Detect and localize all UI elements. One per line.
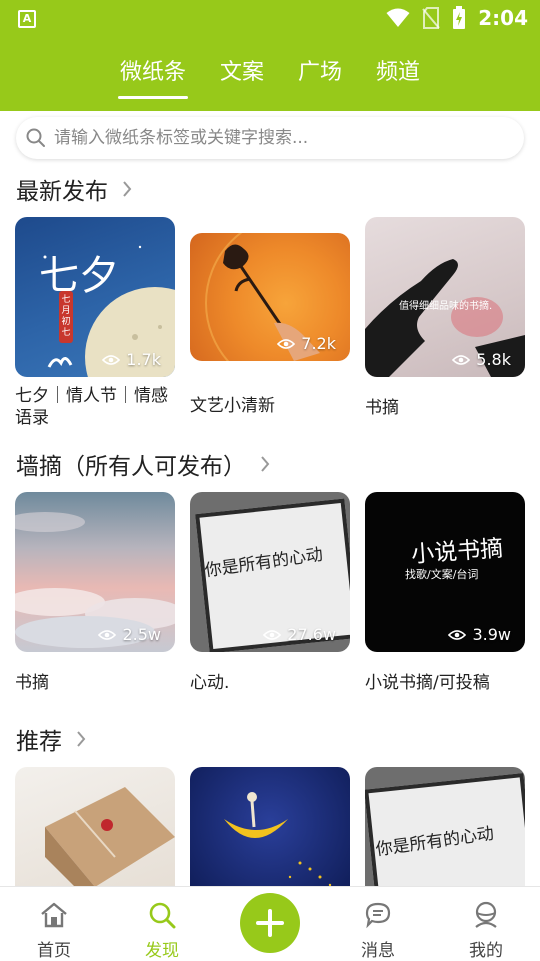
novel-subtitle-text: 找歌/文案/台词 — [405, 568, 479, 581]
card-caption: 七夕｜情人节｜情感语录 — [15, 386, 168, 428]
eye-icon — [452, 354, 471, 365]
eye-icon — [448, 629, 467, 640]
nav-discover-label: 发现 — [145, 941, 179, 961]
view-count-value: 1.7k — [126, 350, 161, 369]
message-icon — [365, 902, 391, 929]
search-input[interactable] — [54, 128, 494, 148]
view-count: 5.8k — [452, 350, 511, 369]
top-tabs: 微纸条 文案 广场 频道 — [0, 56, 540, 99]
card-caption: 书摘 — [365, 398, 399, 418]
nav-home-label: 首页 — [37, 941, 71, 961]
chevron-right-icon — [261, 456, 270, 472]
card-wenyi[interactable]: 7.2k 文艺小清新 — [190, 233, 350, 417]
section-wall-title: 墙摘（所有人可发布） — [16, 454, 246, 480]
eye-icon — [98, 629, 117, 640]
add-post-button[interactable] — [240, 893, 300, 953]
card-shuzhai-1[interactable]: 值得细细品味的书摘. 5.8k 书摘 — [365, 217, 525, 419]
search-bar[interactable] — [16, 117, 524, 159]
nav-profile[interactable]: 我的 — [456, 901, 516, 961]
qixi-title-text: 七夕 — [39, 253, 119, 299]
card-thumbnail: 七夕 七月初七 1.7k — [15, 217, 175, 377]
view-count: 3.9w — [448, 625, 511, 644]
card-xiaoshuo[interactable]: 小说书摘 找歌/文案/台词 3.9w 小说书摘/可投稿 — [365, 492, 525, 694]
card-thumbnail: 2.5w — [15, 492, 175, 652]
novel-title-text: 小说书摘 — [410, 535, 505, 569]
card-caption: 书摘 — [15, 673, 49, 693]
eye-icon — [263, 629, 282, 640]
qixi-date-text: 七月初七 — [61, 295, 71, 338]
view-count-value: 7.2k — [301, 334, 336, 353]
view-count: 7.2k — [277, 334, 336, 353]
tab-weizhitiao[interactable]: 微纸条 — [117, 56, 188, 99]
clock: 2:04 — [478, 6, 528, 30]
card-qixi[interactable]: 七夕 七月初七 1.7k 七夕｜情人节｜情感语录 — [15, 217, 175, 429]
sim-icon — [422, 7, 441, 29]
card-thumbnail: 你是所有的心动 27.6w — [190, 492, 350, 652]
nav-discover[interactable]: 发现 — [132, 901, 192, 961]
tab-wenan[interactable]: 文案 — [218, 56, 266, 96]
view-count-value: 3.9w — [472, 625, 511, 644]
section-recommend-title: 推荐 — [16, 729, 62, 755]
battery-icon — [453, 6, 466, 29]
view-count: 1.7k — [102, 350, 161, 369]
plus-icon — [256, 909, 284, 937]
nav-messages-label: 消息 — [361, 941, 395, 961]
search-icon — [149, 902, 176, 929]
nav-profile-label: 我的 — [469, 941, 503, 961]
card-thumbnail: 值得细细品味的书摘. 5.8k — [365, 217, 525, 377]
app-notification-icon: A — [18, 10, 36, 28]
search-icon — [26, 128, 45, 147]
wifi-icon — [386, 8, 410, 27]
bottom-nav: 首页 发现 消息 我的 — [0, 886, 540, 961]
card-thumbnail: 小说书摘 找歌/文案/台词 3.9w — [365, 492, 525, 652]
card-caption: 心动. — [190, 673, 230, 693]
header: A 2:04 微纸条 文案 广场 频道 — [0, 0, 540, 111]
user-icon — [475, 901, 497, 928]
chevron-right-icon — [77, 731, 86, 747]
card-overlay-text: 值得细细品味的书摘. — [399, 301, 493, 312]
home-icon — [41, 902, 67, 928]
section-recommend-header[interactable]: 推荐 — [16, 722, 86, 756]
eye-icon — [277, 338, 296, 349]
section-latest-header[interactable]: 最新发布 — [16, 172, 132, 206]
card-shuzhai-2[interactable]: 2.5w 书摘 — [15, 492, 175, 694]
tab-guangchang[interactable]: 广场 — [296, 56, 344, 96]
section-latest-title: 最新发布 — [16, 179, 108, 205]
card-xindong[interactable]: 你是所有的心动 27.6w 心动. — [190, 492, 350, 694]
nav-home[interactable]: 首页 — [24, 901, 84, 961]
nav-messages[interactable]: 消息 — [348, 901, 408, 961]
eye-icon — [102, 354, 121, 365]
view-count: 27.6w — [263, 625, 336, 644]
card-thumbnail: 7.2k — [190, 233, 350, 361]
view-count-value: 2.5w — [122, 625, 161, 644]
chevron-right-icon — [123, 181, 132, 197]
view-count-value: 5.8k — [476, 350, 511, 369]
status-icons: 2:04 — [386, 6, 528, 30]
tab-pindao[interactable]: 频道 — [374, 56, 422, 96]
status-bar: A 2:04 — [0, 0, 540, 36]
card-caption: 文艺小清新 — [190, 396, 275, 416]
view-count: 2.5w — [98, 625, 161, 644]
section-wall-header[interactable]: 墙摘（所有人可发布） — [16, 447, 270, 481]
card-caption: 小说书摘/可投稿 — [365, 673, 490, 693]
view-count-value: 27.6w — [287, 625, 336, 644]
